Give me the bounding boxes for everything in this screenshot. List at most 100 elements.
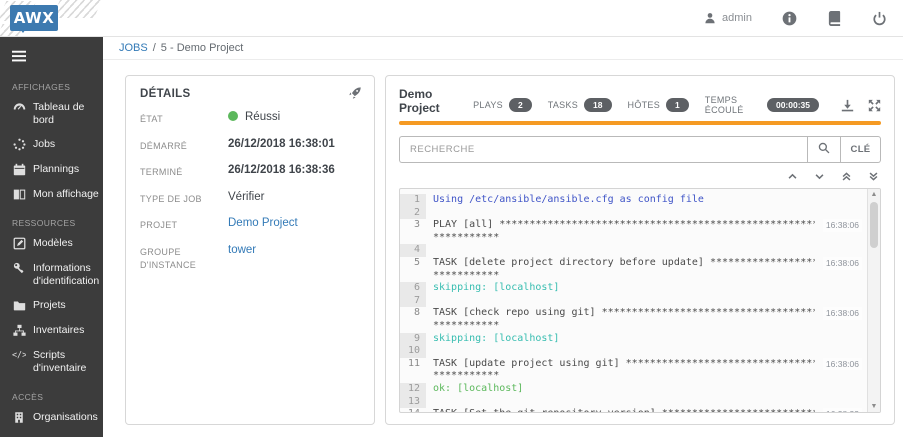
- breadcrumb-separator: /: [152, 42, 156, 54]
- sidebar-item-mon-affichage[interactable]: Mon affichage: [0, 182, 103, 207]
- sidebar-item-modeles[interactable]: Modèles: [0, 231, 103, 256]
- stat-badge: 1: [666, 98, 689, 112]
- info-icon[interactable]: [782, 11, 797, 26]
- power-logout-icon[interactable]: [872, 11, 887, 26]
- stat-temps-ecoule: TEMPS ÉCOULÉ 00:00:35: [705, 95, 819, 115]
- stat-label: TEMPS ÉCOULÉ: [704, 95, 744, 115]
- scrollbar-down-arrow[interactable]: ▼: [868, 403, 880, 410]
- job-stats: PLAYS 2 TASKS 18 HÔTES 1 TEMPS ÉCOULÉ 00…: [473, 95, 819, 115]
- detail-value[interactable]: tower: [228, 244, 256, 273]
- sidebar-item-organisations[interactable]: Organisations: [0, 405, 103, 430]
- scroll-bottom-double-chevron-down-icon[interactable]: [868, 171, 879, 182]
- sidebar-item-label: Tableau de bord: [33, 101, 85, 126]
- log-timestamp: 16:38:06: [822, 219, 862, 232]
- detail-row: DÉMARRÉ 26/12/2018 16:38:01: [140, 138, 360, 154]
- log-line-text: skipping: [localhost]: [433, 332, 560, 344]
- header-actions: admin: [704, 10, 887, 26]
- sidebar-item-utilisateurs[interactable]: Utilisateurs: [0, 430, 103, 437]
- previous-event-chevron-up-icon[interactable]: [787, 171, 798, 182]
- search-key-button[interactable]: CLÉ: [841, 136, 881, 163]
- log-line-text: TASK [Set the git repository version] **…: [426, 408, 815, 412]
- current-user[interactable]: admin: [704, 12, 752, 24]
- log-row[interactable]: 3 PLAY [all] ***************************…: [400, 219, 867, 232]
- log-line-number: 14: [400, 408, 426, 412]
- username: admin: [722, 12, 752, 24]
- detail-row: PROJET Demo Project: [140, 217, 360, 233]
- log-row[interactable]: 10: [400, 345, 867, 358]
- log-lines: 1 Using /etc/ansible/ansible.cfg as conf…: [400, 189, 867, 412]
- search-input[interactable]: [399, 136, 807, 163]
- sidebar-section: AFFICHAGES Tableau de bord Jobs Planning…: [0, 71, 103, 207]
- sidebar-item-scripts-d-inventaire[interactable]: </> Scripts d'inventaire: [0, 343, 103, 380]
- log-row[interactable]: 6 skipping: [localhost]: [400, 282, 867, 295]
- stat-label: TASKS: [547, 100, 579, 110]
- log-row[interactable]: 4: [400, 244, 867, 257]
- folder-icon: [12, 299, 26, 312]
- main-area: JOBS / 5 - Demo Project DÉTAILS ÉTAT Réu…: [103, 37, 903, 437]
- sidebar-item-jobs[interactable]: Jobs: [0, 132, 103, 157]
- top-header: AWX admin: [0, 0, 903, 37]
- detail-label: GROUPE D'INSTANCE: [140, 246, 197, 271]
- job-output-panel: Demo Project PLAYS 2 TASKS 18 HÔTES 1 TE…: [385, 75, 895, 425]
- breadcrumb-jobs-link[interactable]: JOBS: [119, 42, 148, 54]
- log-row[interactable]: 5 TASK [delete project directory before …: [400, 256, 867, 270]
- scrollbar-up-arrow[interactable]: ▲: [868, 191, 880, 198]
- svg-text:</>: </>: [12, 350, 26, 360]
- sidebar-item-label: Organisations: [33, 410, 98, 423]
- download-output-icon[interactable]: [841, 99, 854, 112]
- hamburger-menu-icon[interactable]: [0, 42, 103, 71]
- detail-label: PROJET: [140, 220, 178, 230]
- log-row[interactable]: 7: [400, 294, 867, 308]
- log-navigation: [399, 171, 881, 182]
- sidebar-item-inventaires[interactable]: Inventaires: [0, 318, 103, 343]
- log-row[interactable]: ***********: [400, 232, 867, 245]
- relaunch-rocket-icon[interactable]: [348, 86, 362, 105]
- sidebar-section-label: RESSOURCES: [12, 218, 76, 229]
- search-button[interactable]: [807, 136, 841, 163]
- expand-output-icon[interactable]: [868, 99, 881, 112]
- log-line-number: 10: [400, 345, 426, 358]
- log-row[interactable]: 14 TASK [Set the git repository version]…: [400, 408, 867, 412]
- log-line-number: [400, 320, 426, 333]
- log-row[interactable]: 2: [400, 206, 867, 220]
- stat-tasks: TASKS 18: [548, 98, 612, 112]
- log-line-text: skipping: [localhost]: [433, 282, 560, 294]
- log-row[interactable]: ***********: [400, 370, 867, 383]
- tachometer-icon: [12, 101, 26, 114]
- stat-hotes: HÔTES 1: [628, 98, 689, 112]
- log-line-number: [400, 232, 426, 245]
- scroll-top-double-chevron-up-icon[interactable]: [841, 171, 852, 182]
- stat-plays: PLAYS 2: [473, 98, 532, 112]
- detail-row: ÉTAT Réussi: [140, 111, 360, 127]
- columns-icon: [12, 188, 26, 201]
- log-row[interactable]: 9 skipping: [localhost]: [400, 332, 867, 346]
- sidebar-item-tableau-de-bord[interactable]: Tableau de bord: [0, 95, 103, 132]
- log-timestamp: 16:38:06: [822, 256, 862, 270]
- log-line-text: [426, 396, 433, 409]
- log-row[interactable]: 11 TASK [update project using git] *****…: [400, 357, 867, 371]
- log-row[interactable]: ***********: [400, 270, 867, 283]
- log-row[interactable]: 12 ok: [localhost]: [400, 382, 867, 396]
- next-event-chevron-down-icon[interactable]: [814, 171, 825, 182]
- log-row[interactable]: 1 Using /etc/ansible/ansible.cfg as conf…: [400, 194, 867, 207]
- sidebar-item-plannings[interactable]: Plannings: [0, 157, 103, 182]
- stat-label: PLAYS: [473, 100, 503, 110]
- sidebar-item-label: Modèles: [33, 237, 73, 250]
- log-row[interactable]: 13: [400, 395, 867, 409]
- detail-label: DÉMARRÉ: [140, 140, 188, 151]
- stat-badge: 2: [508, 98, 532, 112]
- log-scrollbar[interactable]: ▲ ▼: [867, 189, 880, 412]
- log-row[interactable]: ***********: [400, 320, 867, 333]
- docs-book-icon[interactable]: [827, 10, 842, 26]
- code-icon: </>: [12, 349, 26, 360]
- log-row[interactable]: 8 TASK [check repo using git] **********…: [400, 307, 867, 320]
- sidebar-item-informations-d-identification[interactable]: Informations d'identification: [0, 256, 103, 293]
- scrollbar-thumb[interactable]: [870, 202, 878, 248]
- sidebar-item-label: Jobs: [33, 138, 56, 151]
- detail-label: ÉTAT: [140, 114, 163, 124]
- sidebar-item-projets[interactable]: Projets: [0, 293, 103, 318]
- awx-logo[interactable]: AWX: [0, 0, 130, 37]
- job-status-bar: [399, 121, 881, 125]
- detail-value[interactable]: Demo Project: [228, 217, 298, 233]
- log-line-text: [426, 244, 433, 257]
